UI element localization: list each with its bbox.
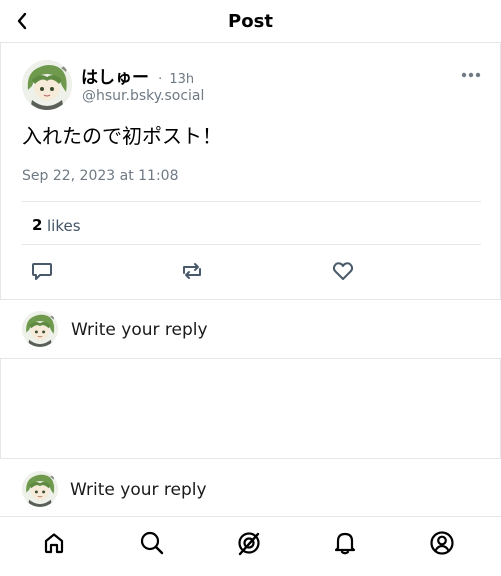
profile-icon [430,531,454,555]
tab-search[interactable] [138,529,166,557]
search-icon [140,531,164,555]
like-icon [332,262,354,280]
more-horizontal-icon [461,72,481,78]
reply-icon [32,263,52,280]
post-timestamp: Sep 22, 2023 at 11:08 [22,168,179,184]
like-button[interactable] [331,259,355,283]
tab-feeds[interactable] [235,529,263,557]
likes-label: likes [47,217,81,235]
reply-button[interactable] [30,259,54,283]
repost-icon [183,263,201,279]
reply-composer-bar[interactable]: Write your reply [0,459,501,517]
notifications-icon [334,532,356,555]
relative-time: 13h [169,72,195,87]
avatar[interactable] [22,60,72,110]
display-name[interactable]: はしゅー [81,68,149,88]
reply-prompt-text: Write your reply [70,480,207,500]
thread-empty-area [0,359,501,459]
likes-row[interactable]: 2 likes [22,201,481,245]
more-button[interactable] [457,65,485,85]
tab-notifications[interactable] [331,529,359,557]
page-title: Post [228,11,273,32]
separator: · [158,72,163,87]
avatar [22,311,58,347]
author-row: はしゅー · 13h [81,63,194,88]
tab-profile[interactable] [428,529,456,557]
bottom-tab-bar [0,517,501,576]
feeds-icon [238,532,260,556]
header: Post [0,0,501,43]
post: はしゅー · 13h @hsur.bsky.social 入れたので初ポスト！ … [0,43,501,300]
tab-home[interactable] [40,529,68,557]
avatar [22,471,58,507]
reply-prompt-text: Write your reply [71,320,208,340]
likes-count: 2 [32,216,43,234]
home-icon [44,533,64,554]
reply-prompt[interactable]: Write your reply [0,300,501,359]
author-handle[interactable]: @hsur.bsky.social [82,88,204,104]
repost-button[interactable] [180,259,204,283]
post-text: 入れたので初ポスト！ [22,124,222,148]
